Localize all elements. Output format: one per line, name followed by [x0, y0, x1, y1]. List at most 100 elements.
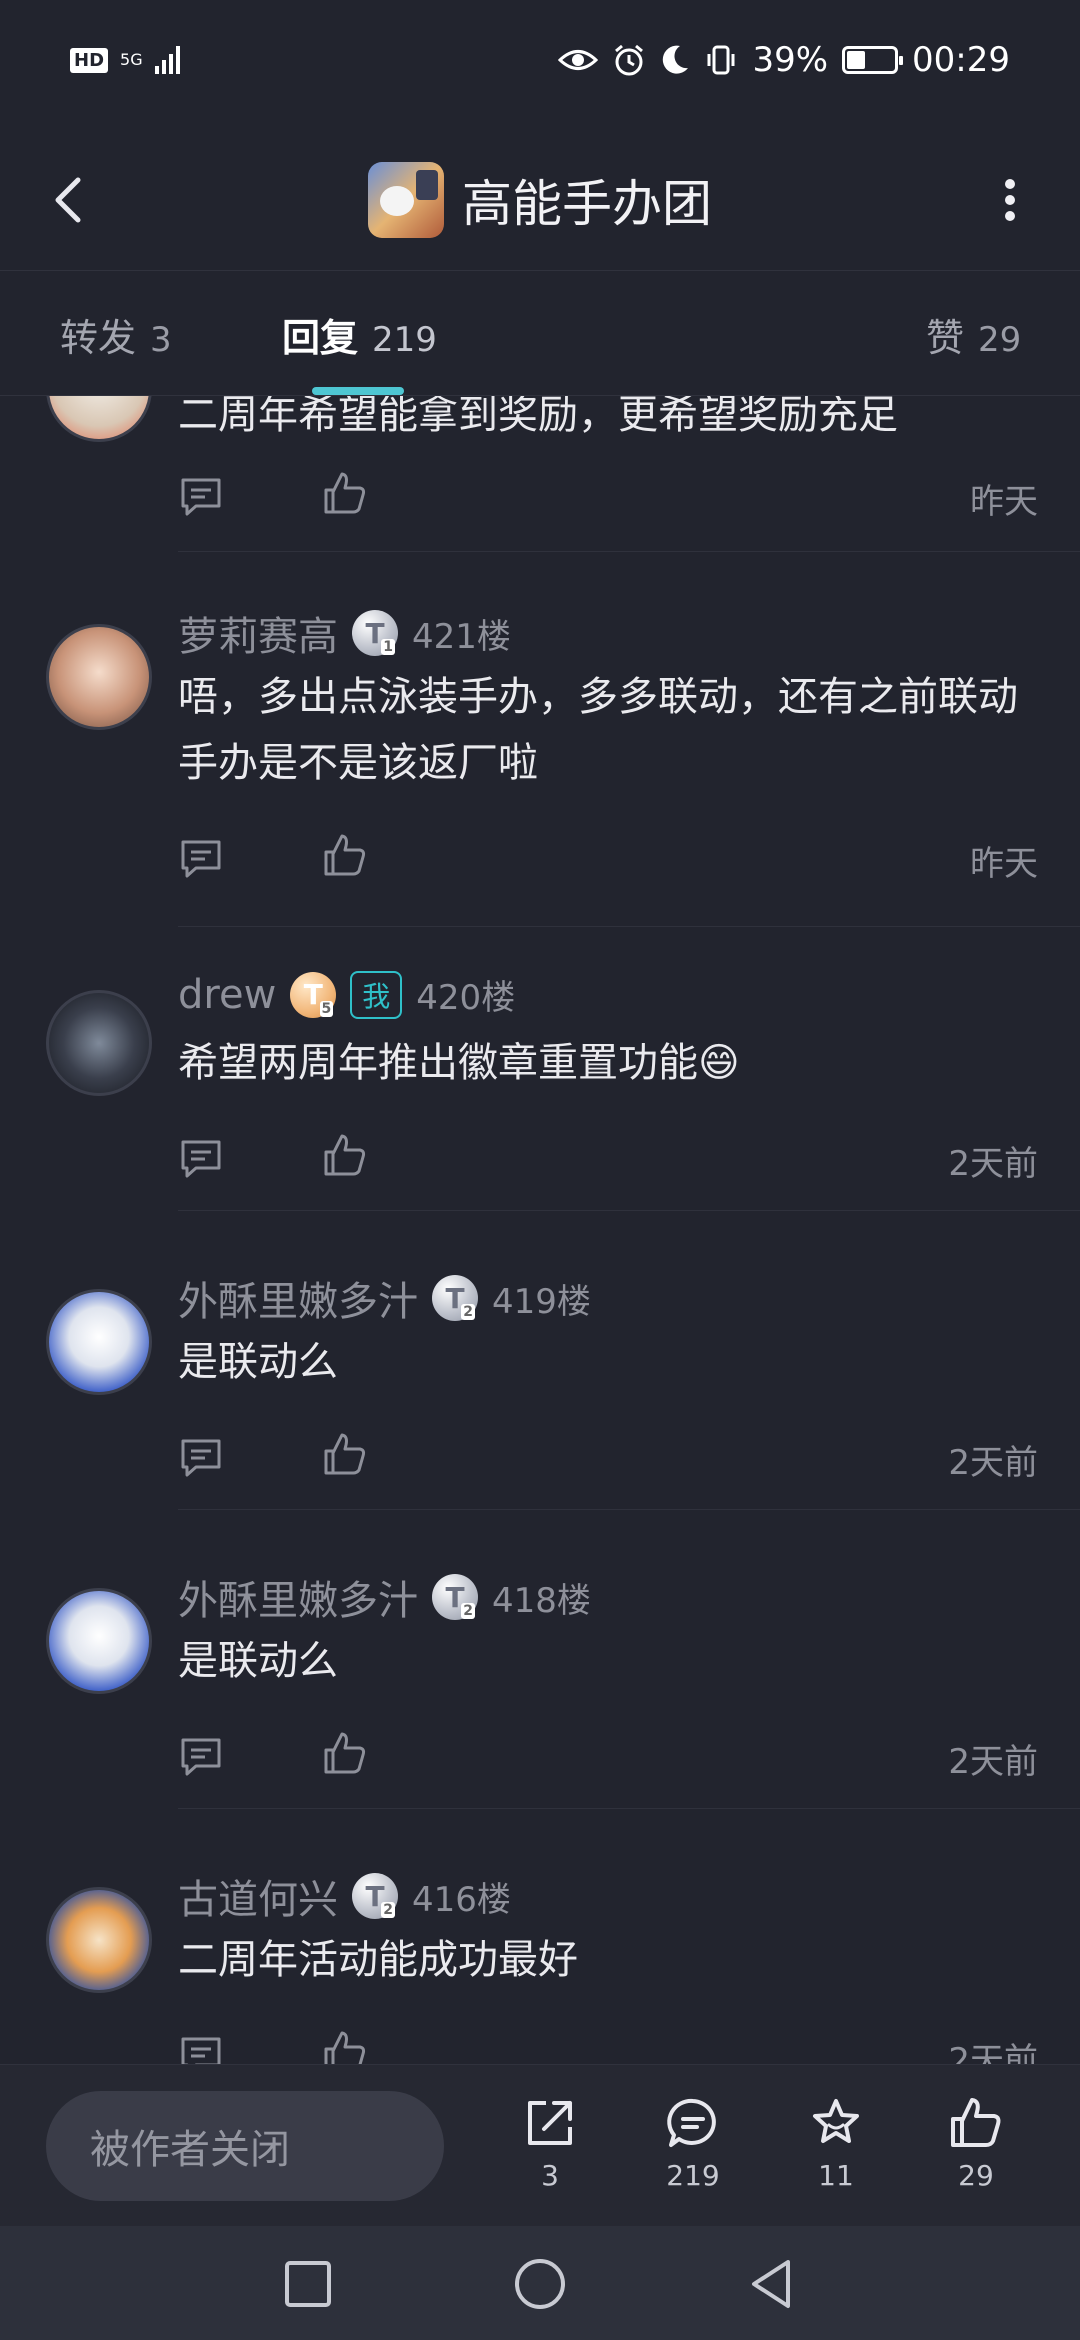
reply-icon[interactable] — [178, 1435, 224, 1481]
star-icon — [813, 2099, 859, 2143]
level-badge: T2 — [352, 1873, 398, 1919]
avatar[interactable] — [46, 1588, 152, 1694]
signal-icon — [154, 46, 180, 74]
reply-meta: 外酥里嫩多汁 T2 419楼 — [178, 1269, 591, 1327]
bottom-action-bar: 被作者关闭 3 219 11 29 — [0, 2064, 1080, 2227]
header-title-group[interactable]: 高能手办团 — [368, 162, 712, 238]
reply-content: 二周年希望能拿到奖励，更希望奖励充足 — [178, 396, 898, 438]
username[interactable]: 外酥里嫩多汁 — [178, 1269, 418, 1327]
level-badge: T2 — [432, 1574, 478, 1620]
tab-repost-label: 转发 — [60, 316, 137, 360]
thumbs-up-icon — [951, 2098, 1001, 2147]
reply-icon[interactable] — [178, 1734, 224, 1780]
tab-replies[interactable]: 回复 219 — [282, 307, 437, 362]
like-icon[interactable] — [322, 1730, 368, 1776]
tab-likes-label: 赞 — [926, 316, 965, 360]
tab-likes-count: 29 — [978, 320, 1022, 360]
reply-time: 2天前 — [948, 2041, 1038, 2064]
like-icon[interactable] — [322, 1431, 368, 1477]
username[interactable]: 萝莉赛高 — [178, 604, 338, 662]
like-icon[interactable] — [322, 832, 368, 878]
recents-icon[interactable] — [280, 2256, 336, 2312]
reply-icon[interactable] — [178, 2033, 224, 2064]
favorite-button[interactable]: 11 — [786, 2095, 886, 2192]
reply-time: 昨天 — [970, 844, 1038, 884]
nav-back-icon[interactable] — [744, 2256, 800, 2312]
share-count: 3 — [541, 2159, 559, 2192]
alarm-icon — [615, 44, 644, 76]
reply-divider — [178, 1509, 1080, 1510]
battery-percent: 39% — [752, 40, 829, 80]
reply-meta: 萝莉赛高 T1 421楼 — [178, 604, 511, 662]
reply-actions: 2天前 — [178, 1134, 1038, 1196]
reply-icon[interactable] — [178, 474, 224, 520]
share-button[interactable]: 3 — [500, 2095, 600, 2192]
avatar[interactable] — [46, 1887, 152, 1993]
page-title: 高能手办团 — [462, 175, 712, 233]
comment-button[interactable]: 219 — [643, 2095, 743, 2192]
reply-time: 2天前 — [948, 1742, 1038, 1782]
like-count: 29 — [958, 2159, 994, 2192]
level-badge: T2 — [432, 1275, 478, 1321]
reply-meta: 古道何兴 T2 416楼 — [178, 1867, 511, 1925]
tab-indicator — [312, 387, 404, 395]
reply-meta: drew T5 我 420楼 — [178, 970, 515, 1019]
reply-divider — [178, 551, 1080, 552]
floor-number: 418楼 — [492, 1580, 591, 1621]
username[interactable]: 外酥里嫩多汁 — [178, 1568, 418, 1626]
reply-content: 是联动么 — [178, 1339, 338, 1385]
app-logo — [368, 162, 444, 238]
reply-input-disabled[interactable]: 被作者关闭 — [46, 2091, 444, 2201]
app-bar: 高能手办团 — [0, 130, 1080, 270]
reply-actions: 2天前 — [178, 1732, 1038, 1794]
level-badge: T5 — [290, 971, 337, 1018]
battery-icon — [842, 46, 904, 74]
reply-content: 是联动么 — [178, 1638, 338, 1684]
home-icon[interactable] — [512, 2256, 568, 2312]
level-badge-number: 2 — [381, 1902, 395, 1918]
reply-icon[interactable] — [178, 836, 224, 882]
level-badge: T1 — [352, 610, 398, 656]
favorite-count: 11 — [818, 2159, 854, 2192]
tab-repost[interactable]: 转发 3 — [60, 307, 172, 362]
floor-number: 421楼 — [412, 616, 511, 657]
like-icon[interactable] — [322, 2029, 368, 2064]
avatar[interactable] — [46, 624, 152, 730]
avatar[interactable] — [46, 990, 152, 1096]
vibrate-icon — [707, 45, 735, 75]
reply-divider — [178, 1808, 1080, 1809]
floor-number: 420楼 — [416, 978, 516, 1018]
reply-actions: 昨天 — [178, 472, 1038, 534]
reply-icon[interactable] — [178, 1136, 224, 1182]
tab-replies-count: 219 — [372, 320, 437, 360]
comment-count: 219 — [666, 2159, 720, 2192]
more-icon[interactable] — [980, 170, 1040, 230]
reply-content: 二周年活动能成功最好 — [178, 1937, 578, 1983]
tab-likes[interactable]: 赞 29 — [926, 307, 1021, 362]
reply-content: 唔，多出点泳装手办，多多联动，还有之前联动手办是不是该返厂啦 — [178, 674, 1018, 786]
clock: 00:29 — [912, 40, 1010, 80]
back-icon[interactable] — [40, 170, 100, 230]
username[interactable]: drew — [178, 972, 276, 1018]
status-bar: HD 5G 39% 00:29 — [0, 0, 1080, 120]
like-button[interactable]: 29 — [926, 2095, 1026, 2192]
comment-icon — [667, 2098, 716, 2147]
avatar[interactable] — [46, 396, 152, 442]
reply-actions: 2天前 — [178, 1433, 1038, 1495]
tab-replies-label: 回复 — [282, 316, 359, 360]
reply-actions: 2天前 — [178, 2031, 1038, 2064]
floor-number: 416楼 — [412, 1879, 511, 1920]
network-type: 5G — [120, 50, 143, 69]
status-right: 39% 00:29 — [558, 40, 1010, 80]
reply-divider — [178, 1210, 1080, 1211]
level-badge-number: 2 — [461, 1603, 475, 1619]
reply-time: 2天前 — [948, 1443, 1038, 1483]
reply-list[interactable]: 二周年希望能拿到奖励，更希望奖励充足 昨天 萝莉赛高 T1 421楼 唔，多出点… — [0, 396, 1080, 2064]
avatar[interactable] — [46, 1289, 152, 1395]
username[interactable]: 古道何兴 — [178, 1867, 338, 1925]
like-icon[interactable] — [322, 1132, 368, 1178]
reply-actions: 昨天 — [178, 834, 1038, 896]
tab-repost-count: 3 — [150, 320, 172, 360]
like-icon[interactable] — [322, 470, 368, 516]
status-left: HD 5G — [70, 46, 180, 74]
